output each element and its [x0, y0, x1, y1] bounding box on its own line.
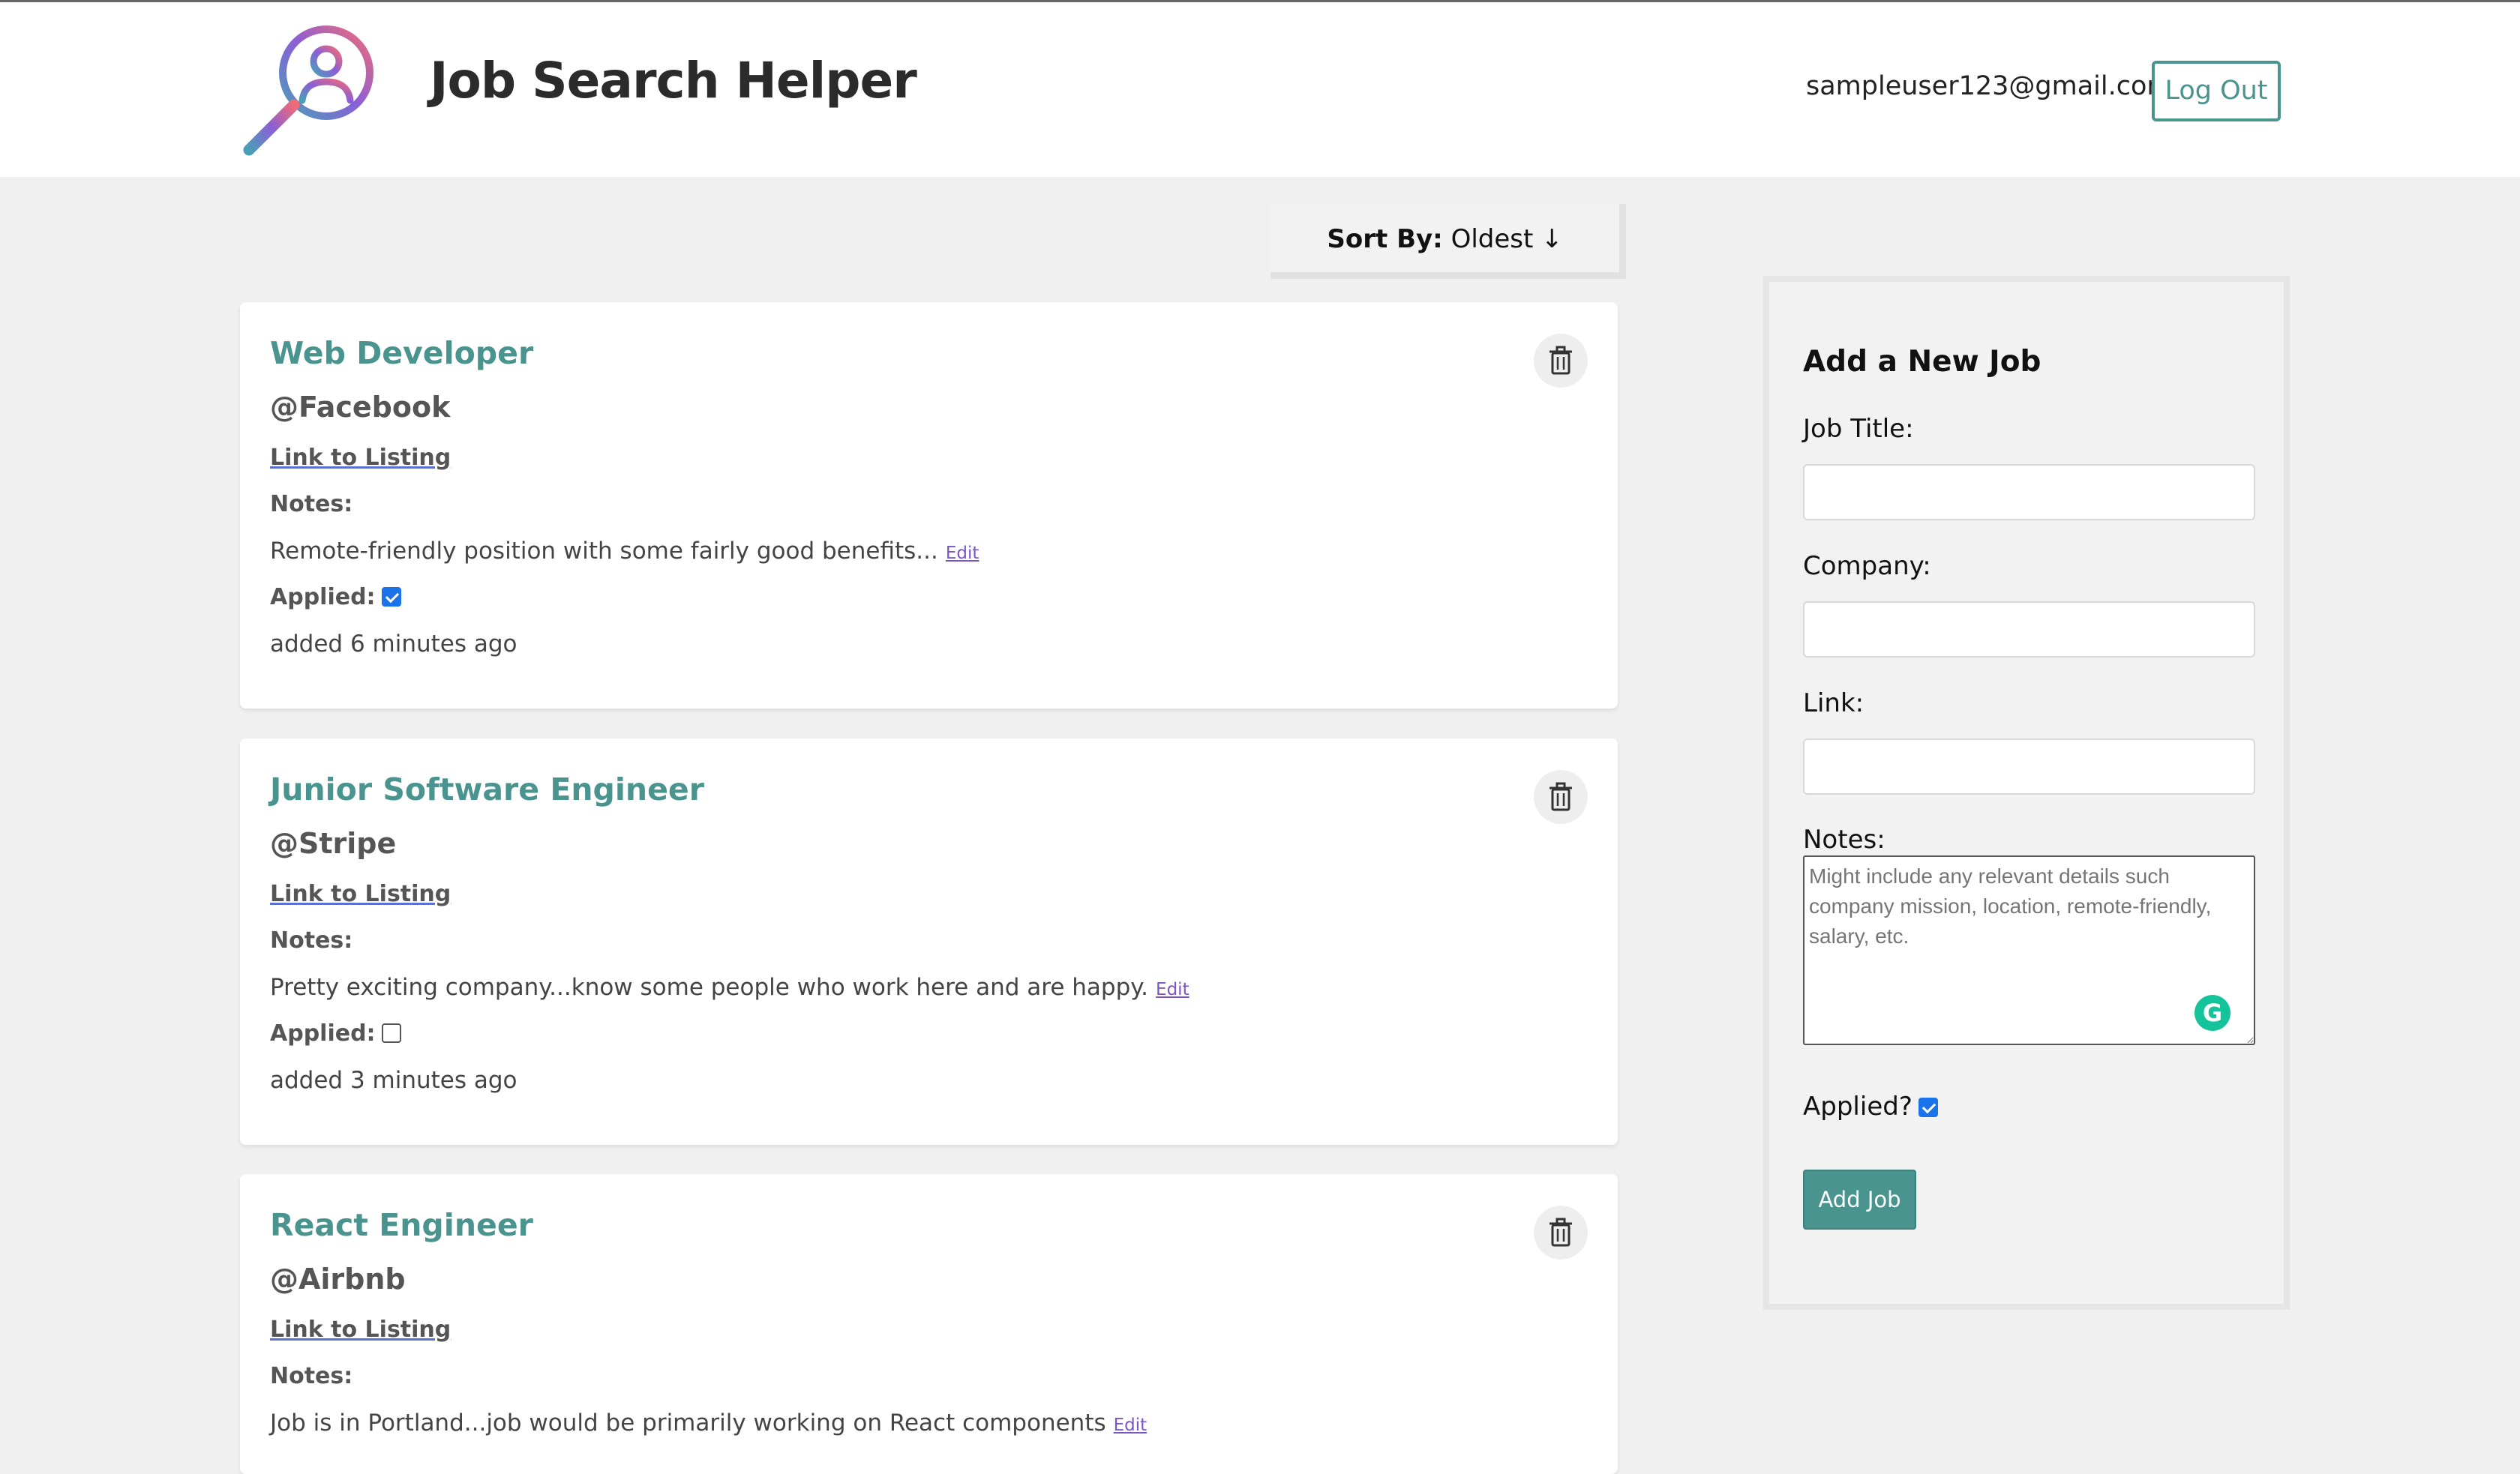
job-card: Web Developer @Facebook Link to Listing …	[240, 302, 1618, 709]
person-magnifier-icon	[243, 25, 374, 156]
job-notes: Remote-friendly position with some fairl…	[270, 538, 979, 565]
edit-notes-link[interactable]: Edit	[946, 544, 980, 563]
applied-row: Applied:	[270, 1020, 401, 1047]
applied-label: Applied?	[1803, 1092, 1912, 1122]
applied-row: Applied?	[1803, 1092, 1938, 1122]
notes-label: Notes:	[270, 1363, 353, 1389]
notes-label: Notes:	[1803, 825, 1886, 855]
job-company: @Stripe	[270, 827, 397, 860]
job-notes-text: Pretty exciting company...know some peop…	[270, 974, 1149, 1001]
delete-job-button[interactable]	[1534, 334, 1588, 388]
job-company: @Airbnb	[270, 1263, 406, 1296]
edit-notes-link[interactable]: Edit	[1114, 1416, 1148, 1435]
applied-checkbox[interactable]	[381, 587, 401, 607]
logout-button[interactable]: Log Out	[2152, 61, 2281, 121]
edit-notes-link[interactable]: Edit	[1156, 980, 1190, 999]
job-company: @Facebook	[270, 391, 451, 424]
app-title: Job Search Helper	[430, 52, 917, 109]
job-title: Web Developer	[270, 335, 534, 371]
notes-textarea[interactable]	[1803, 855, 2255, 1045]
add-job-button[interactable]: Add Job	[1803, 1170, 1916, 1230]
company-label: Company:	[1803, 551, 1931, 581]
trash-icon	[1550, 1218, 1572, 1247]
notes-label: Notes:	[270, 927, 353, 954]
applied-checkbox[interactable]	[1918, 1098, 1938, 1117]
added-timestamp: added 3 minutes ago	[270, 1067, 518, 1094]
job-title: React Engineer	[270, 1207, 533, 1243]
add-job-form: Add a New Job Job Title: Company: Link: …	[1763, 276, 2290, 1310]
trash-icon	[1550, 346, 1572, 375]
app-header: Job Search Helper sampleuser123@gmail.co…	[0, 2, 2520, 177]
applied-row: Applied:	[270, 584, 401, 610]
applied-checkbox[interactable]	[381, 1023, 401, 1043]
listing-link[interactable]: Link to Listing	[270, 881, 451, 907]
sort-dropdown[interactable]: Sort By: Oldest ↓	[1270, 204, 1626, 279]
sort-value: Oldest ↓	[1450, 224, 1563, 254]
applied-label: Applied:	[270, 1020, 376, 1047]
job-notes-text: Remote-friendly position with some fairl…	[270, 538, 938, 565]
job-card: React Engineer @Airbnb Link to Listing N…	[240, 1174, 1618, 1474]
form-title: Add a New Job	[1803, 345, 2042, 379]
grammarly-icon[interactable]: G	[2194, 995, 2230, 1031]
listing-link[interactable]: Link to Listing	[270, 1317, 451, 1343]
delete-job-button[interactable]	[1534, 770, 1588, 824]
job-title-input[interactable]	[1803, 464, 2255, 520]
applied-label: Applied:	[270, 584, 376, 610]
link-label: Link:	[1803, 688, 1864, 718]
company-input[interactable]	[1803, 601, 2255, 658]
added-timestamp: added 6 minutes ago	[270, 631, 518, 658]
job-title: Junior Software Engineer	[270, 771, 704, 807]
job-notes: Pretty exciting company...know some peop…	[270, 974, 1190, 1001]
trash-icon	[1550, 782, 1572, 811]
listing-link[interactable]: Link to Listing	[270, 445, 451, 471]
user-email: sampleuser123@gmail.com	[1806, 71, 2173, 101]
job-notes-text: Job is in Portland...job would be primar…	[270, 1410, 1106, 1437]
link-input[interactable]	[1803, 738, 2255, 795]
job-title-label: Job Title:	[1803, 414, 1914, 444]
delete-job-button[interactable]	[1534, 1206, 1588, 1260]
job-notes: Job is in Portland...job would be primar…	[270, 1410, 1147, 1437]
job-card: Junior Software Engineer @Stripe Link to…	[240, 738, 1618, 1145]
notes-label: Notes:	[270, 491, 353, 517]
sort-label: Sort By:	[1327, 224, 1443, 254]
